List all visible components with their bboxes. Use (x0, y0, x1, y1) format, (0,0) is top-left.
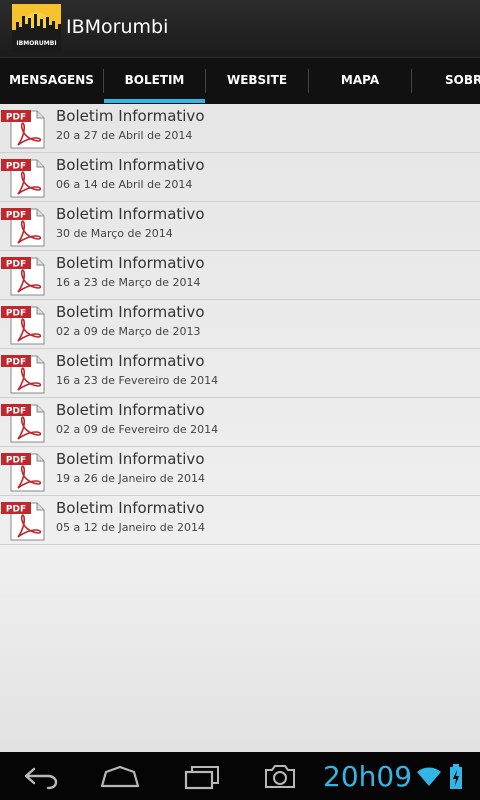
back-icon[interactable] (20, 758, 60, 794)
list-item[interactable]: PDF Boletim Informativo 16 a 23 de Março… (0, 251, 480, 300)
pdf-icon: PDF (1, 206, 45, 248)
svg-text:PDF: PDF (6, 113, 26, 123)
svg-text:PDF: PDF (6, 260, 26, 270)
tab-mensagens[interactable]: MENSAGENS (0, 58, 103, 104)
app-logo[interactable]: IBMORUMBI (12, 4, 61, 52)
status-clock: 20h09 (323, 760, 413, 793)
tab-sobre[interactable]: SOBRE (412, 58, 480, 104)
item-title: Boletim Informativo (56, 303, 205, 321)
home-icon[interactable] (98, 758, 142, 794)
item-title: Boletim Informativo (56, 401, 205, 419)
svg-text:IBMORUMBI: IBMORUMBI (16, 40, 56, 47)
selected-tab-indicator (104, 99, 205, 103)
recent-apps-icon[interactable] (180, 758, 224, 794)
svg-text:PDF: PDF (6, 358, 26, 368)
item-date: 02 a 09 de Março de 2013 (56, 325, 201, 338)
list-item[interactable]: PDF Boletim Informativo 20 a 27 de Abril… (0, 104, 480, 153)
camera-icon[interactable] (258, 758, 302, 794)
tab-bar: MENSAGENS BOLETIM WEBSITE MAPA SOBRE (0, 57, 480, 104)
item-title: Boletim Informativo (56, 205, 205, 223)
tab-label: BOLETIM (124, 73, 185, 87)
list-item[interactable]: PDF Boletim Informativo 06 a 14 de Abril… (0, 153, 480, 202)
bulletin-list: PDF Boletim Informativo 20 a 27 de Abril… (0, 104, 480, 545)
action-bar: IBMORUMBI IBMorumbi (0, 0, 480, 57)
list-item[interactable]: PDF Boletim Informativo 30 de Março de 2… (0, 202, 480, 251)
list-item[interactable]: PDF Boletim Informativo 16 a 23 de Fever… (0, 349, 480, 398)
item-title: Boletim Informativo (56, 156, 205, 174)
item-date: 16 a 23 de Fevereiro de 2014 (56, 374, 219, 387)
item-date: 20 a 27 de Abril de 2014 (56, 129, 193, 142)
content-background (0, 545, 480, 752)
list-item[interactable]: PDF Boletim Informativo 19 a 26 de Janei… (0, 447, 480, 496)
pdf-icon: PDF (1, 157, 45, 199)
svg-text:PDF: PDF (6, 505, 26, 515)
svg-text:PDF: PDF (6, 309, 26, 319)
svg-text:PDF: PDF (6, 456, 26, 466)
pdf-icon: PDF (1, 451, 45, 493)
item-date: 06 a 14 de Abril de 2014 (56, 178, 193, 191)
item-title: Boletim Informativo (56, 352, 205, 370)
item-title: Boletim Informativo (56, 107, 205, 125)
svg-text:PDF: PDF (6, 162, 26, 172)
tab-label: SOBRE (445, 73, 480, 87)
tab-boletim[interactable]: BOLETIM (104, 58, 205, 104)
tab-mapa[interactable]: MAPA (309, 58, 411, 104)
item-date: 19 a 26 de Janeiro de 2014 (56, 472, 205, 485)
item-date: 02 a 09 de Fevereiro de 2014 (56, 423, 219, 436)
wifi-icon (416, 766, 442, 792)
list-item[interactable]: PDF Boletim Informativo 02 a 09 de Fever… (0, 398, 480, 447)
item-date: 16 a 23 de Março de 2014 (56, 276, 201, 289)
pdf-icon: PDF (1, 353, 45, 395)
tab-label: MAPA (340, 73, 380, 87)
tab-label: WEBSITE (226, 73, 288, 87)
tab-label: MENSAGENS (9, 73, 94, 87)
item-title: Boletim Informativo (56, 499, 205, 517)
item-title: Boletim Informativo (56, 450, 205, 468)
pdf-icon: PDF (1, 304, 45, 346)
list-item[interactable]: PDF Boletim Informativo 05 a 12 de Janei… (0, 496, 480, 545)
item-date: 30 de Março de 2014 (56, 227, 173, 240)
svg-text:PDF: PDF (6, 211, 26, 221)
pdf-icon: PDF (1, 500, 45, 542)
pdf-icon: PDF (1, 402, 45, 444)
item-title: Boletim Informativo (56, 254, 205, 272)
tab-website[interactable]: WEBSITE (206, 58, 308, 104)
list-item[interactable]: PDF Boletim Informativo 02 a 09 de Março… (0, 300, 480, 349)
navigation-bar: 20h09 (0, 752, 480, 800)
svg-text:PDF: PDF (6, 407, 26, 417)
pdf-icon: PDF (1, 255, 45, 297)
app-title: IBMorumbi (66, 16, 169, 38)
item-date: 05 a 12 de Janeiro de 2014 (56, 521, 205, 534)
pdf-icon: PDF (1, 108, 45, 150)
battery-charging-icon (449, 764, 463, 794)
